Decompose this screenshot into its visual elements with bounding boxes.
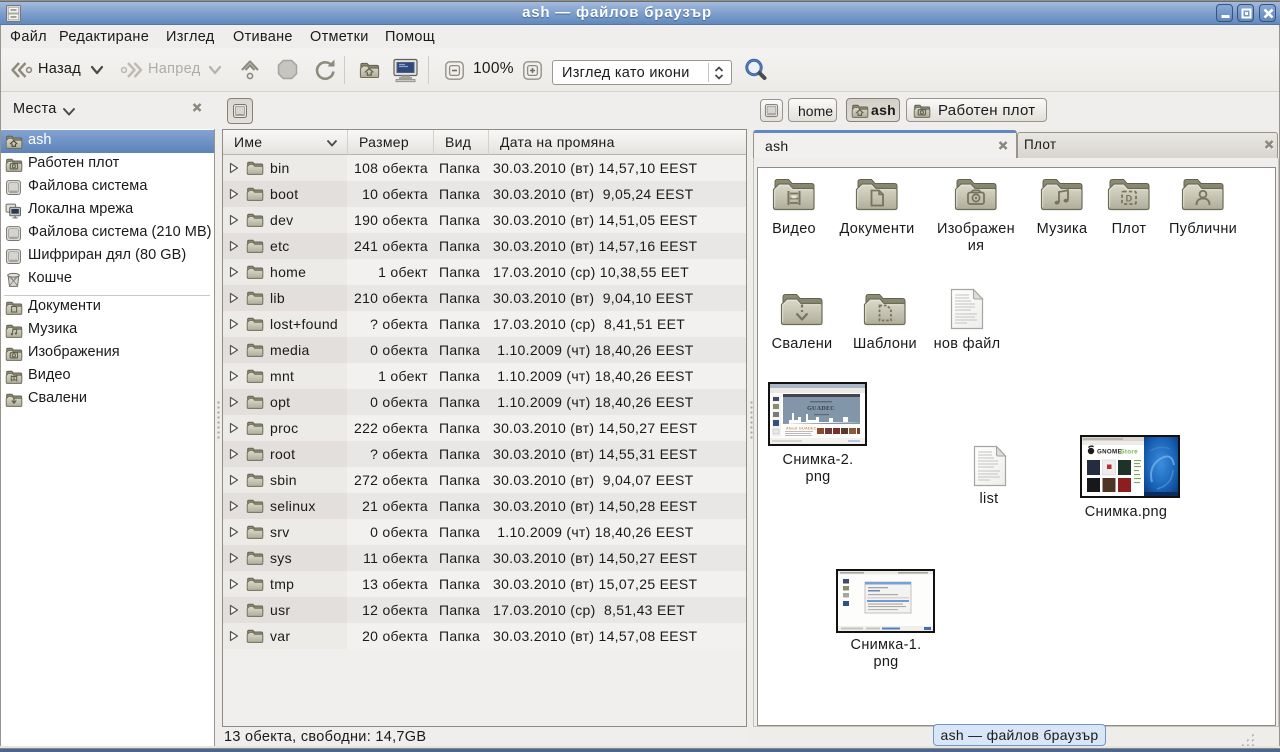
svg-text:GNOME: GNOME — [1097, 449, 1122, 456]
svg-text:GUADEC: GUADEC — [807, 406, 835, 412]
svg-text:About GUADEC: About GUADEC — [786, 427, 817, 431]
svg-text:D: D — [1126, 194, 1133, 204]
svg-text:Store: Store — [1121, 449, 1139, 456]
